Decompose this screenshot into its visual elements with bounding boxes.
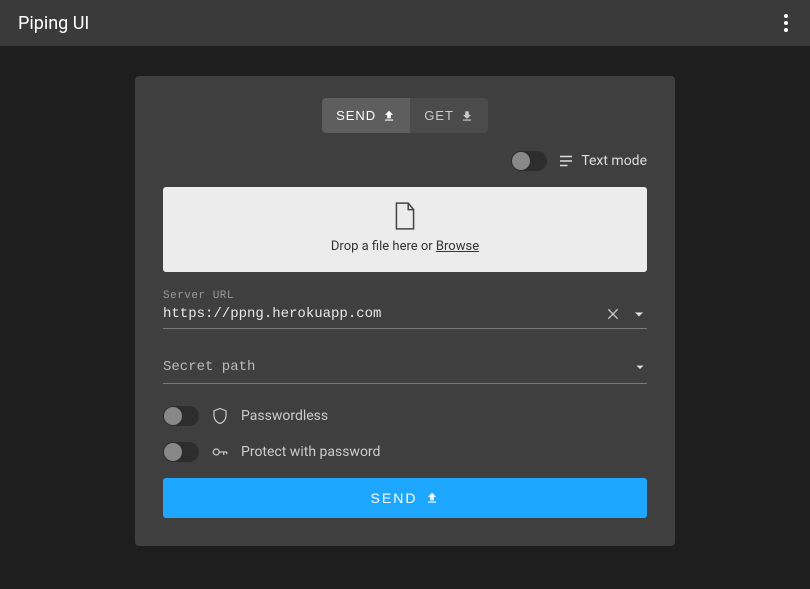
- shield-icon: [211, 407, 229, 425]
- drop-zone-text: Drop a file here or Browse: [331, 239, 479, 254]
- protect-password-label: Protect with password: [241, 444, 380, 460]
- more-menu-button[interactable]: [774, 11, 798, 35]
- passwordless-label: Passwordless: [241, 408, 328, 424]
- protect-password-switch[interactable]: [163, 442, 199, 462]
- text-lines-icon: [557, 152, 575, 170]
- server-url-field: Server URL: [163, 290, 647, 329]
- browse-link[interactable]: Browse: [436, 239, 479, 254]
- main-card: SEND GET Text mode Drop a file here or B…: [135, 76, 675, 546]
- download-icon: [460, 109, 474, 123]
- dropdown-icon[interactable]: [631, 306, 647, 322]
- secret-path-select[interactable]: Secret path: [163, 351, 647, 384]
- passwordless-option: Passwordless: [163, 406, 647, 426]
- file-drop-zone[interactable]: Drop a file here or Browse: [163, 187, 647, 272]
- server-url-label: Server URL: [163, 290, 647, 302]
- mode-toggle-group: SEND GET: [163, 98, 647, 133]
- send-button[interactable]: SEND: [163, 478, 647, 518]
- app-bar: Piping UI: [0, 0, 810, 46]
- file-icon: [392, 201, 418, 231]
- text-mode-label-wrap: Text mode: [557, 152, 647, 170]
- key-icon: [211, 443, 229, 461]
- upload-icon: [425, 491, 439, 505]
- upload-icon: [382, 109, 396, 123]
- app-title: Piping UI: [18, 13, 89, 34]
- protect-password-option: Protect with password: [163, 442, 647, 462]
- passwordless-switch[interactable]: [163, 406, 199, 426]
- secret-path-field: Secret path: [163, 351, 647, 384]
- get-mode-tab[interactable]: GET: [410, 98, 488, 133]
- switch-knob: [164, 407, 182, 425]
- server-url-input[interactable]: [163, 306, 605, 322]
- kebab-dot: [784, 21, 788, 25]
- kebab-dot: [784, 14, 788, 18]
- send-mode-tab[interactable]: SEND: [322, 98, 410, 133]
- get-mode-label: GET: [424, 108, 454, 123]
- text-mode-label: Text mode: [581, 153, 647, 169]
- kebab-dot: [784, 28, 788, 32]
- send-mode-label: SEND: [336, 108, 376, 123]
- dropdown-icon: [633, 360, 647, 374]
- switch-knob: [512, 152, 530, 170]
- secret-path-placeholder: Secret path: [163, 359, 633, 375]
- text-mode-switch[interactable]: [511, 151, 547, 171]
- switch-knob: [164, 443, 182, 461]
- clear-icon[interactable]: [605, 306, 621, 322]
- text-mode-row: Text mode: [163, 151, 647, 171]
- send-button-label: SEND: [371, 490, 418, 506]
- drop-text-prefix: Drop a file here or: [331, 239, 436, 254]
